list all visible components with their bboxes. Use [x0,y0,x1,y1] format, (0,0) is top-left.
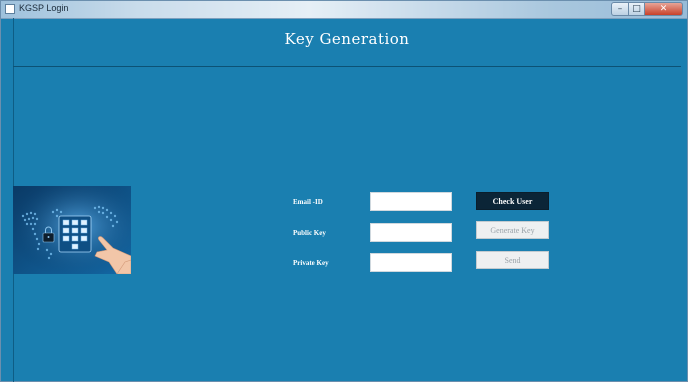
generate-key-button[interactable]: Generate Key [476,221,549,239]
window-controls: – □ ✕ [611,2,683,16]
private-key-field[interactable] [370,253,452,272]
check-user-button[interactable]: Check User [476,192,549,210]
public-key-label: Public Key [293,229,326,237]
app-window: KGSP Login – □ ✕ Key Generation Email -I… [0,0,688,382]
window-titlebar[interactable]: KGSP Login – □ ✕ [1,1,687,19]
window-title: KGSP Login [19,3,69,13]
minimize-button[interactable]: – [611,2,629,16]
minimize-icon: – [617,4,623,14]
email-field[interactable] [370,192,452,211]
close-icon: ✕ [659,4,668,14]
public-key-field[interactable] [370,223,452,242]
keypad-icon [58,215,92,253]
page-header: Key Generation [13,18,681,67]
security-illustration [13,186,131,274]
private-key-label: Private Key [293,259,329,267]
send-button[interactable]: Send [476,251,549,269]
email-label: Email -ID [293,198,323,206]
maximize-button[interactable]: □ [629,2,645,16]
close-button[interactable]: ✕ [645,2,683,16]
page-title: Key Generation [284,30,410,48]
maximize-icon: □ [632,4,641,14]
app-icon [5,4,15,14]
